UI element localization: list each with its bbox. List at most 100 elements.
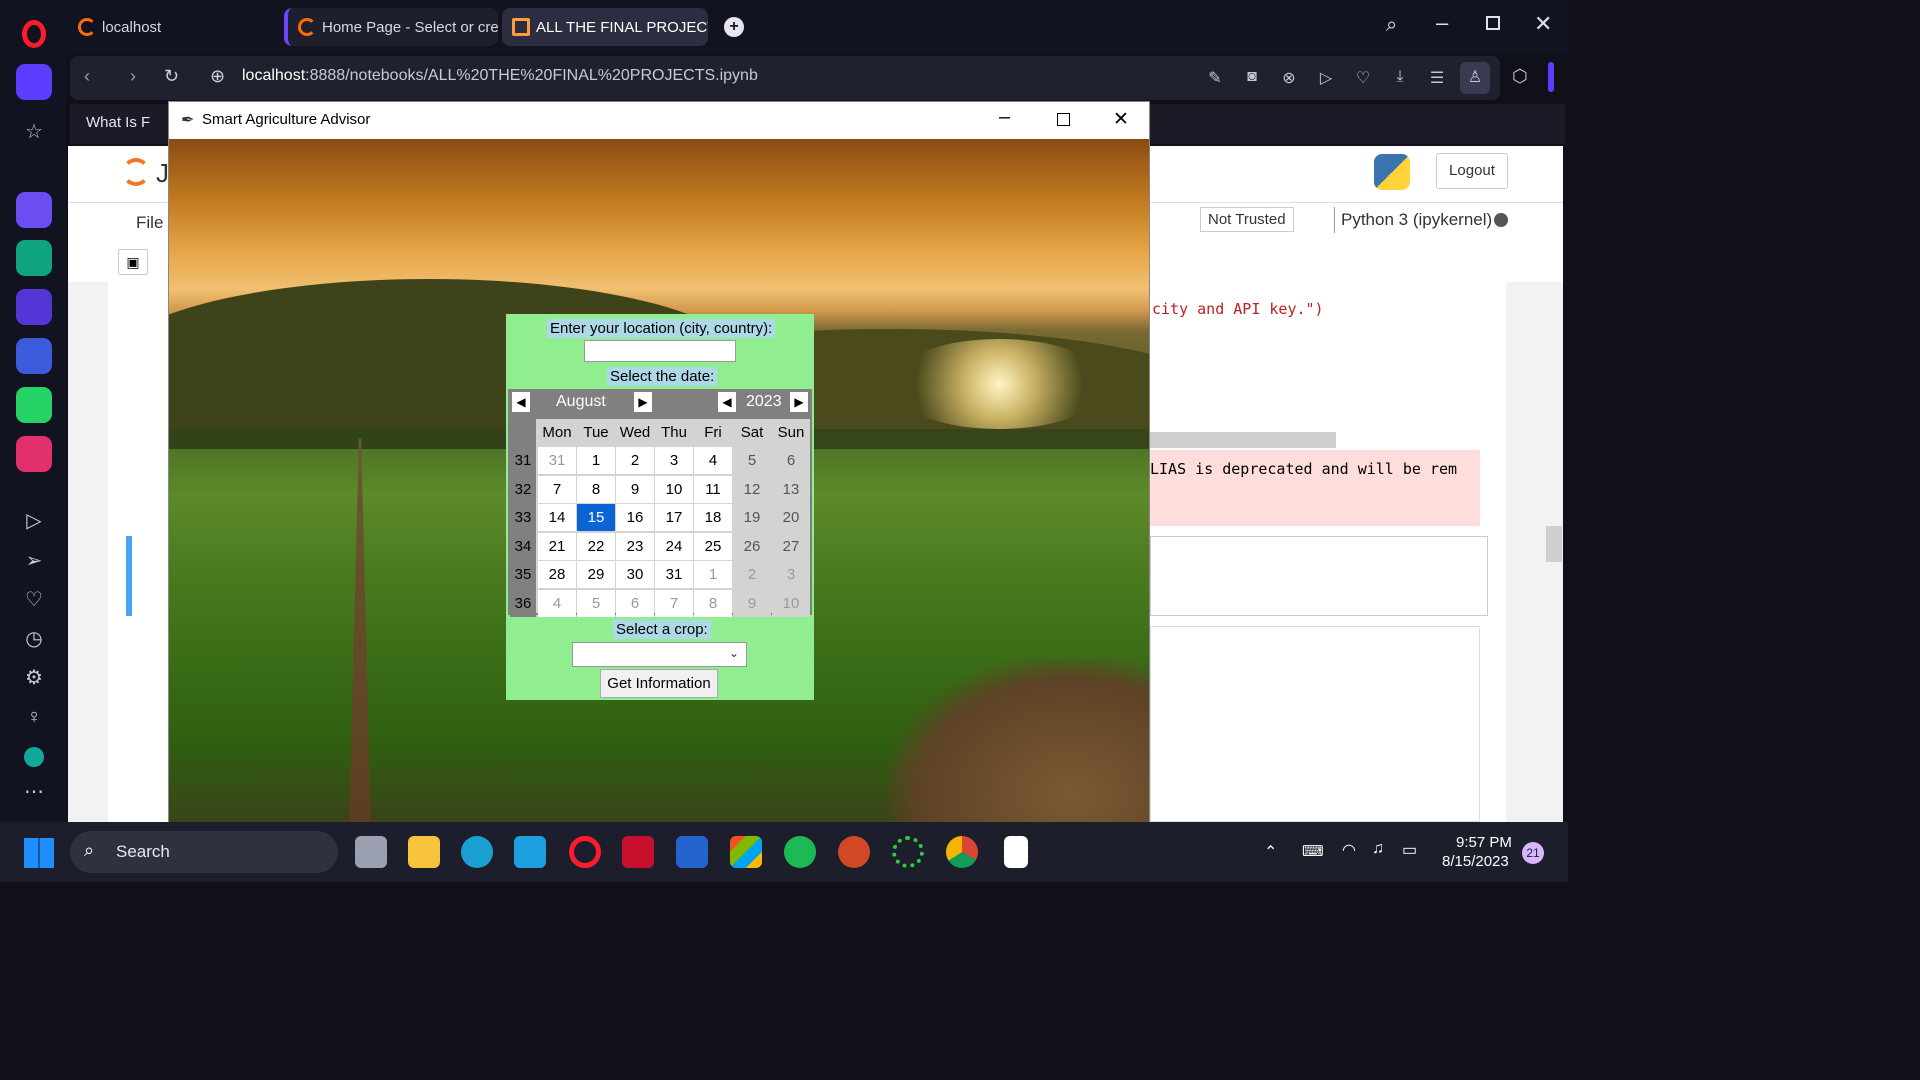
- calendar-day[interactable]: 20: [772, 504, 810, 531]
- minimize-icon[interactable]: –: [999, 106, 1010, 129]
- powerpoint-icon[interactable]: [838, 836, 870, 868]
- calendar-day[interactable]: 31: [655, 561, 693, 588]
- next-month-button[interactable]: ▶: [634, 392, 652, 412]
- loader-app-icon[interactable]: [892, 836, 924, 868]
- calendar-day[interactable]: 3: [772, 561, 810, 588]
- flow-icon[interactable]: ▷: [1315, 68, 1337, 88]
- clock-time[interactable]: 9:57 PM: [1456, 834, 1512, 851]
- logout-button[interactable]: Logout: [1436, 153, 1508, 189]
- vertical-scrollbar[interactable]: [1546, 526, 1562, 562]
- file-explorer-icon[interactable]: [408, 836, 440, 868]
- maximize-icon[interactable]: [1057, 113, 1070, 126]
- notification-badge[interactable]: 21: [1522, 842, 1544, 864]
- whatsapp-icon[interactable]: [16, 387, 52, 423]
- todo-icon[interactable]: [676, 836, 708, 868]
- opera-logo-icon[interactable]: [22, 20, 46, 48]
- calendar-day[interactable]: 14: [538, 504, 576, 531]
- calendar-day[interactable]: 19: [733, 504, 771, 531]
- download-icon[interactable]: ⤓: [1389, 68, 1411, 88]
- calendar-day[interactable]: 29: [577, 561, 615, 588]
- calendar-day[interactable]: 13: [772, 475, 810, 503]
- calendar-day[interactable]: 24: [655, 532, 693, 560]
- windows-start-icon[interactable]: [24, 838, 54, 868]
- player-icon[interactable]: ▷: [20, 507, 48, 535]
- calendar-day[interactable]: 1: [694, 561, 732, 588]
- minimize-icon[interactable]: –: [1436, 10, 1448, 36]
- calendar-day[interactable]: 4: [694, 447, 732, 474]
- calendar-day[interactable]: 18: [694, 504, 732, 531]
- calendar-day[interactable]: 27: [772, 532, 810, 560]
- calendar-day[interactable]: 6: [616, 589, 654, 617]
- calendar-day[interactable]: 16: [616, 504, 654, 531]
- crop-select[interactable]: ⌄: [572, 642, 747, 667]
- calendar-day[interactable]: 28: [538, 561, 576, 588]
- messenger-icon[interactable]: [16, 338, 52, 374]
- prev-year-button[interactable]: ◀: [718, 392, 736, 412]
- chatsonic-icon[interactable]: [16, 289, 52, 325]
- code-cell[interactable]: [1150, 626, 1480, 822]
- calendar-day[interactable]: 10: [772, 589, 810, 617]
- save-icon[interactable]: ▣: [118, 249, 148, 275]
- heart-icon[interactable]: ♡: [20, 586, 48, 614]
- volume-icon[interactable]: ♫: [1372, 840, 1384, 858]
- calendar-day[interactable]: 9: [733, 589, 771, 617]
- edge-icon[interactable]: [461, 836, 493, 868]
- taskbar-search[interactable]: ⌕ Search: [70, 831, 338, 873]
- back-icon[interactable]: ‹: [84, 66, 90, 87]
- close-icon[interactable]: ✕: [1113, 108, 1129, 131]
- calendar-day[interactable]: 26: [733, 532, 771, 560]
- opera-taskbar-icon[interactable]: [569, 836, 601, 868]
- chrome-icon[interactable]: [946, 836, 978, 868]
- next-year-button[interactable]: ▶: [790, 392, 808, 412]
- mcafee-icon[interactable]: [622, 836, 654, 868]
- camera-icon[interactable]: ◙: [1241, 68, 1263, 88]
- sidebar-toggle[interactable]: [1548, 62, 1554, 92]
- calendar-day[interactable]: 8: [694, 589, 732, 617]
- spotify-icon[interactable]: [784, 836, 816, 868]
- easy-setup-icon[interactable]: ☰: [1426, 68, 1448, 88]
- calendar-day[interactable]: 11: [694, 475, 732, 503]
- get-information-button[interactable]: Get Information: [600, 669, 718, 698]
- edit-icon[interactable]: ✎: [1204, 68, 1226, 88]
- block-icon[interactable]: ⊗: [1278, 68, 1300, 88]
- search-tabs-icon[interactable]: ⌕: [1386, 14, 1397, 37]
- calendar-day[interactable]: 17: [655, 504, 693, 531]
- calendar-day-selected[interactable]: 15: [577, 504, 615, 531]
- instagram-icon[interactable]: [16, 436, 52, 472]
- site-info-icon[interactable]: ⊕: [210, 66, 225, 87]
- window-titlebar[interactable]: ✒ Smart Agriculture Advisor – ✕: [169, 102, 1149, 138]
- home-icon[interactable]: [16, 64, 52, 100]
- calendar-day[interactable]: 25: [694, 532, 732, 560]
- location-input[interactable]: [584, 340, 736, 362]
- send-icon[interactable]: ➢: [20, 547, 48, 575]
- calendar-day[interactable]: 22: [577, 532, 615, 560]
- lightbulb-icon[interactable]: ♀: [20, 703, 48, 731]
- tray-chevron-icon[interactable]: ⌃: [1264, 842, 1277, 862]
- calendar-day[interactable]: 12: [733, 475, 771, 503]
- calendar-day[interactable]: 2: [616, 447, 654, 474]
- calendar-day[interactable]: 10: [655, 475, 693, 503]
- wifi-icon[interactable]: ◠: [1342, 840, 1356, 860]
- more-icon[interactable]: ⋯: [20, 778, 48, 806]
- forward-icon[interactable]: ›: [130, 66, 136, 87]
- calendar-day[interactable]: 5: [577, 589, 615, 617]
- restore-icon[interactable]: [1486, 16, 1500, 30]
- calendar-day[interactable]: 7: [538, 475, 576, 503]
- calendar-day[interactable]: 4: [538, 589, 576, 617]
- calendar-day[interactable]: 9: [616, 475, 654, 503]
- calendar-day[interactable]: 23: [616, 532, 654, 560]
- notepad-icon[interactable]: [1004, 836, 1028, 868]
- a-extension-icon[interactable]: [24, 747, 44, 767]
- chatgpt-icon[interactable]: [16, 240, 52, 276]
- extensions-icon[interactable]: ⬡: [1512, 66, 1528, 87]
- url-field[interactable]: localhost:8888/notebooks/ALL%20THE%20FIN…: [242, 67, 758, 85]
- bookmark-item[interactable]: What Is F: [86, 114, 150, 131]
- history-icon[interactable]: ◷: [20, 625, 48, 653]
- tab-home-page[interactable]: Home Page - Select or cre: [284, 8, 498, 46]
- calendar-day[interactable]: 2: [733, 561, 771, 588]
- calendar-day[interactable]: 6: [772, 447, 810, 474]
- star-icon[interactable]: ☆: [20, 118, 48, 146]
- menu-file[interactable]: File: [136, 213, 163, 233]
- tab-localhost[interactable]: localhost: [68, 8, 268, 46]
- calendar-day[interactable]: 3: [655, 447, 693, 474]
